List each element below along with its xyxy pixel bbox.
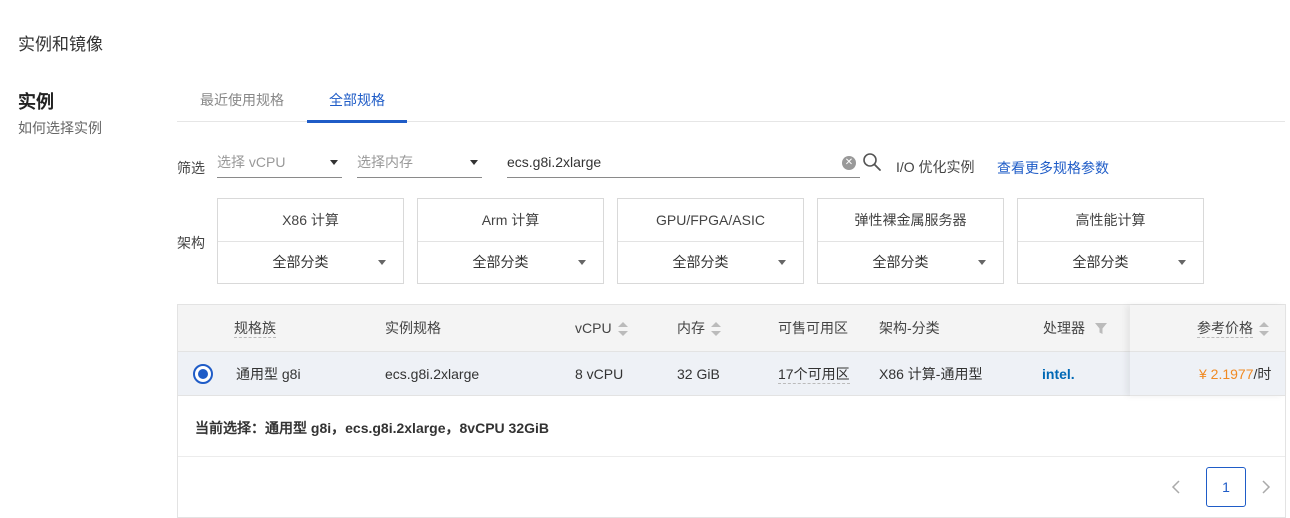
cell-vcpu: 8 vCPU <box>575 366 624 382</box>
caret-down-icon <box>578 260 586 265</box>
tab-recent-specs[interactable]: 最近使用规格 <box>177 78 307 122</box>
tab-all-specs[interactable]: 全部规格 <box>307 78 407 123</box>
arch-category-select[interactable]: 全部分类 <box>618 242 803 283</box>
col-spec: 实例规格 <box>385 320 441 336</box>
col-family-label: 规格族 <box>234 320 276 338</box>
current-selection: 当前选择：通用型 g8i，ecs.g8i.2xlarge，8vCPU 32GiB <box>195 420 549 436</box>
arch-card-title[interactable]: X86 计算 <box>218 199 403 242</box>
intel-logo-icon: intel. <box>1042 366 1075 382</box>
col-cpu-label: 处理器 <box>1043 320 1085 336</box>
arch-label: 架构 <box>177 235 205 251</box>
filter-label: 筛选 <box>177 160 205 176</box>
divider <box>178 456 1285 457</box>
vcpu-select-placeholder: 选择 vCPU <box>217 154 286 170</box>
col-price[interactable]: 参考价格 <box>1197 305 1269 352</box>
page-number-button[interactable]: 1 <box>1206 467 1246 507</box>
arch-category-select[interactable]: 全部分类 <box>818 242 1003 283</box>
col-family: 规格族 <box>234 305 276 352</box>
filter-icon[interactable] <box>1095 323 1107 335</box>
col-vcpu[interactable]: vCPU <box>575 305 628 352</box>
chevron-right-icon[interactable] <box>1256 477 1276 497</box>
instance-heading: 实例 <box>18 92 54 112</box>
col-price-label: 参考价格 <box>1197 320 1253 338</box>
col-vcpu-label: vCPU <box>575 320 612 336</box>
arch-card-gpu: GPU/FPGA/ASIC 全部分类 <box>617 198 804 284</box>
memory-select-placeholder: 选择内存 <box>357 154 413 170</box>
memory-select[interactable]: 选择内存 <box>357 148 482 178</box>
search-icon[interactable] <box>862 152 882 172</box>
clear-icon[interactable]: ✕ <box>842 156 856 170</box>
arch-card-title[interactable]: GPU/FPGA/ASIC <box>618 199 803 242</box>
zones-link[interactable]: 17个可用区 <box>778 365 850 384</box>
io-optimized-label: I/O 优化实例 <box>896 159 975 175</box>
table-row[interactable]: 通用型 g8i ecs.g8i.2xlarge 8 vCPU 32 GiB 17… <box>178 352 1285 396</box>
col-memory[interactable]: 内存 <box>677 305 721 352</box>
arch-category-select[interactable]: 全部分类 <box>418 242 603 283</box>
col-zones: 可售可用区 <box>778 320 848 336</box>
cell-arch: X86 计算-通用型 <box>879 366 983 382</box>
arch-category-value: 全部分类 <box>872 254 929 270</box>
caret-down-icon <box>330 160 338 165</box>
caret-down-icon <box>778 260 786 265</box>
col-arch: 架构-分类 <box>879 320 940 336</box>
arch-card-title[interactable]: 高性能计算 <box>1018 199 1203 242</box>
arch-category-select[interactable]: 全部分类 <box>1018 242 1203 283</box>
row-radio[interactable] <box>193 364 213 384</box>
col-cpu: 处理器 <box>1043 305 1107 352</box>
arch-card-title[interactable]: 弹性裸金属服务器 <box>818 199 1003 242</box>
sort-icon[interactable] <box>617 322 628 337</box>
col-memory-label: 内存 <box>677 320 705 336</box>
spec-table: 规格族 实例规格 vCPU 内存 可售可用区 架构-分类 处理器 参考价格 通用… <box>177 304 1286 518</box>
arch-card-title[interactable]: Arm 计算 <box>418 199 603 242</box>
caret-down-icon <box>978 260 986 265</box>
cell-family: 通用型 g8i <box>236 366 301 382</box>
arch-card-arm: Arm 计算 全部分类 <box>417 198 604 284</box>
spec-search-input[interactable] <box>507 148 827 176</box>
sort-icon[interactable] <box>711 322 721 337</box>
spec-search-field <box>507 148 860 178</box>
price-value: ¥ 2.1977 <box>1199 366 1254 382</box>
arch-card-bare-metal: 弹性裸金属服务器 全部分类 <box>817 198 1004 284</box>
price-unit: /时 <box>1253 366 1272 382</box>
arch-card-x86: X86 计算 全部分类 <box>217 198 404 284</box>
arch-category-value: 全部分类 <box>472 254 529 270</box>
caret-down-icon <box>470 160 478 165</box>
cell-memory: 32 GiB <box>677 366 720 382</box>
arch-category-value: 全部分类 <box>1072 254 1129 270</box>
arch-category-value: 全部分类 <box>272 254 329 270</box>
caret-down-icon <box>1178 260 1186 265</box>
table-header: 规格族 实例规格 vCPU 内存 可售可用区 架构-分类 处理器 参考价格 <box>178 305 1285 352</box>
how-to-choose-link[interactable]: 如何选择实例 <box>18 118 102 138</box>
chevron-left-icon[interactable] <box>1166 477 1186 497</box>
more-spec-params-link[interactable]: 查看更多规格参数 <box>997 158 1109 178</box>
arch-category-value: 全部分类 <box>672 254 729 270</box>
arch-card-hpc: 高性能计算 全部分类 <box>1017 198 1204 284</box>
caret-down-icon <box>378 260 386 265</box>
arch-category-select[interactable]: 全部分类 <box>218 242 403 283</box>
cell-spec: ecs.g8i.2xlarge <box>385 366 480 382</box>
section-title: 实例和镜像 <box>18 35 103 54</box>
sort-icon[interactable] <box>1259 322 1269 337</box>
spec-tabs: 最近使用规格 全部规格 <box>177 78 1285 123</box>
vcpu-select[interactable]: 选择 vCPU <box>217 148 342 178</box>
cell-zones[interactable]: 17个可用区 <box>778 352 850 396</box>
cell-price: ¥ 2.1977/时 <box>1199 352 1271 396</box>
